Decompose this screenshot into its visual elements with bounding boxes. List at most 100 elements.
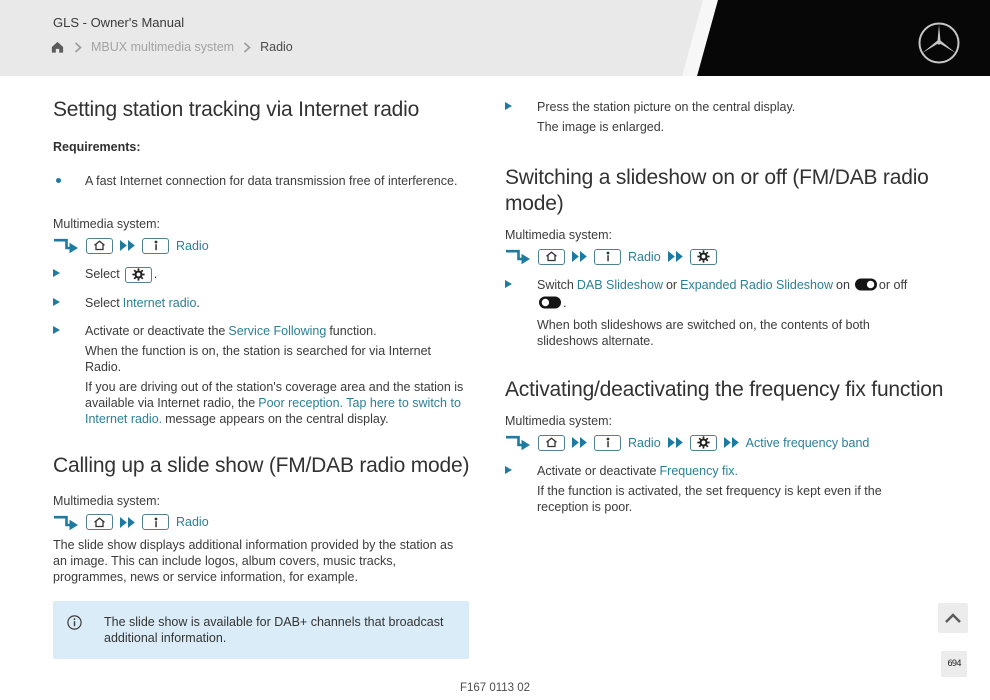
radio-antenna-key-icon [142, 514, 169, 530]
info-icon [67, 615, 82, 646]
step-text: or off [879, 278, 907, 292]
expanded-radio-slideshow-link[interactable]: Expanded Radio Slideshow [680, 278, 833, 292]
step-triangle-icon [53, 298, 60, 306]
menu-path-row: Radio [53, 514, 469, 531]
requirements-label: Requirements: [53, 139, 469, 155]
internet-radio-link[interactable]: Internet radio [123, 296, 197, 310]
step-text: . [196, 296, 199, 310]
step-press-picture: Press the station picture on the central… [505, 99, 929, 135]
step-note: If you are driving out of the station's … [85, 379, 469, 427]
section-heading-frequency-fix: Activating/deactivating the frequency fi… [505, 377, 945, 403]
path-arrow-icon [53, 237, 79, 254]
section-heading-slide-show: Calling up a slide show (FM/DAB radio mo… [53, 453, 469, 479]
dab-slideshow-link[interactable]: DAB Slideshow [577, 278, 663, 292]
radio-menu-link[interactable]: Radio [176, 238, 209, 254]
home-screen-key-icon [538, 435, 565, 451]
breadcrumb-item-radio[interactable]: Radio [260, 40, 293, 54]
multimedia-system-label: Multimedia system: [505, 227, 929, 243]
multimedia-system-label: Multimedia system: [505, 413, 929, 429]
toggle-on-icon [855, 280, 877, 294]
service-following-link[interactable]: Service Following [228, 324, 326, 338]
step-text: . [563, 296, 566, 310]
right-column: Press the station picture on the central… [505, 99, 929, 515]
step-text: Activate or deactivate the [85, 324, 225, 338]
step-triangle-icon [53, 269, 60, 277]
step-note: If the function is activated, the set fr… [537, 483, 929, 515]
step-note: The image is enlarged. [537, 119, 929, 135]
home-icon[interactable] [50, 40, 65, 54]
menu-path-row: Radio [505, 248, 929, 265]
figure-code: F167 0113 02 [0, 682, 990, 694]
radio-antenna-key-icon [594, 435, 621, 451]
step-switch-slideshow: SwitchDAB SlideshoworExpanded Radio Slid… [505, 277, 929, 349]
requirement-item: A fast Internet connection for data tran… [53, 173, 469, 189]
double-chevron-icon [120, 240, 135, 251]
chevron-up-icon [944, 613, 962, 624]
step-text: Select [85, 296, 120, 310]
path-arrow-icon [505, 434, 531, 451]
path-arrow-icon [505, 248, 531, 265]
multimedia-system-label: Multimedia system: [53, 216, 469, 232]
double-chevron-icon [668, 437, 683, 448]
path-arrow-icon [53, 514, 79, 531]
toggle-off-icon [539, 298, 561, 312]
multimedia-system-label: Multimedia system: [53, 493, 469, 509]
active-frequency-band-link[interactable]: Active frequency band [746, 435, 870, 451]
home-screen-key-icon [538, 249, 565, 265]
step-select-internet-radio: SelectInternet radio. [53, 295, 469, 311]
step-service-following: Activate or deactivate theService Follow… [53, 323, 469, 427]
manual-title: GLS - Owner's Manual [53, 15, 184, 30]
info-note-box: The slide show is available for DAB+ cha… [53, 601, 469, 659]
step-triangle-icon [53, 326, 60, 334]
home-screen-key-icon [86, 238, 113, 254]
step-text: . [154, 267, 157, 281]
step-text: Activate or deactivate [537, 464, 657, 478]
step-text: Press the station picture on the central… [537, 100, 795, 114]
frequency-fix-link[interactable]: Frequency fix. [660, 464, 739, 478]
left-column: Setting station tracking via Internet ra… [53, 97, 469, 659]
step-text: Switch [537, 278, 574, 292]
info-note-text: The slide show is available for DAB+ cha… [104, 614, 453, 646]
note-text: message appears on the central display. [165, 412, 389, 426]
settings-gear-key-icon [125, 267, 152, 283]
step-triangle-icon [505, 466, 512, 474]
radio-menu-link[interactable]: Radio [176, 514, 209, 530]
menu-path-row: Radio [53, 237, 469, 254]
double-chevron-icon [724, 437, 739, 448]
step-select-settings: Select. [53, 266, 469, 283]
double-chevron-icon [572, 251, 587, 262]
radio-antenna-key-icon [142, 238, 169, 254]
radio-antenna-key-icon [594, 249, 621, 265]
step-text: on [836, 278, 850, 292]
chevron-right-icon [243, 42, 251, 53]
scroll-to-top-button[interactable] [938, 603, 968, 633]
slide-show-paragraph: The slide show displays additional infor… [53, 537, 469, 585]
step-triangle-icon [505, 102, 512, 110]
settings-gear-key-icon [690, 249, 717, 265]
step-text: or [666, 278, 677, 292]
step-frequency-fix: Activate or deactivateFrequency fix. If … [505, 463, 929, 515]
step-text: Select [85, 267, 120, 281]
step-text: function. [329, 324, 376, 338]
section-heading-station-tracking: Setting station tracking via Internet ra… [53, 97, 469, 123]
chevron-right-icon [74, 42, 82, 53]
double-chevron-icon [572, 437, 587, 448]
radio-menu-link[interactable]: Radio [628, 435, 661, 451]
radio-menu-link[interactable]: Radio [628, 249, 661, 265]
step-note: When the function is on, the station is … [85, 343, 469, 375]
page-glyph-button[interactable]: 694 [941, 651, 967, 677]
mercedes-benz-logo-icon [916, 20, 962, 66]
double-chevron-icon [120, 517, 135, 528]
section-heading-slideshow-switch: Switching a slideshow on or off (FM/DAB … [505, 165, 929, 217]
settings-gear-key-icon [690, 435, 717, 451]
home-screen-key-icon [86, 514, 113, 530]
step-note: When both slideshows are switched on, th… [537, 317, 929, 349]
bullet-dot-icon [56, 178, 61, 183]
breadcrumb: MBUX multimedia system Radio [50, 40, 293, 54]
double-chevron-icon [668, 251, 683, 262]
step-triangle-icon [505, 280, 512, 288]
requirement-text: A fast Internet connection for data tran… [85, 173, 457, 189]
breadcrumb-item-mbux[interactable]: MBUX multimedia system [91, 40, 234, 54]
menu-path-row: Radio Active frequency band [505, 434, 929, 451]
header-bar: GLS - Owner's Manual MBUX multimedia sys… [0, 0, 990, 76]
